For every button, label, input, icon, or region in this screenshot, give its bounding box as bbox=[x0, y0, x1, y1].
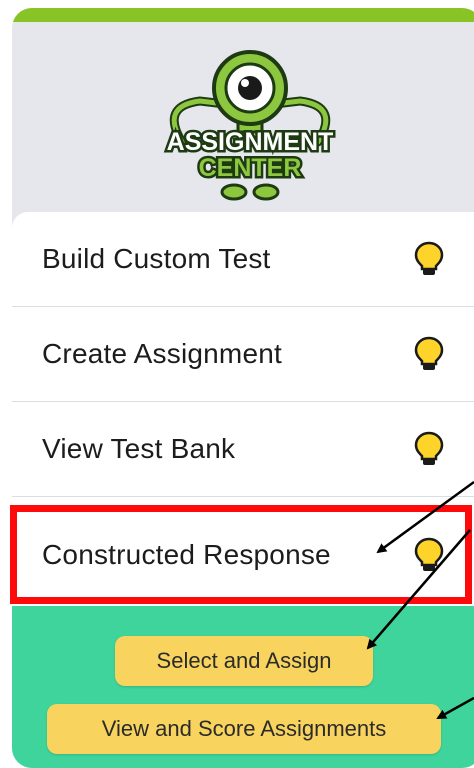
assignment-center-panel: ASSIGNMENT CENTER Build Custom Test Crea… bbox=[12, 8, 474, 768]
lightbulb-icon[interactable] bbox=[414, 431, 444, 467]
menu-item-label: Build Custom Test bbox=[42, 243, 271, 274]
logo-text-line1: ASSIGNMENT bbox=[167, 128, 334, 156]
menu-item-build-custom-test[interactable]: Build Custom Test bbox=[12, 212, 474, 307]
logo-text-line2: CENTER bbox=[199, 154, 302, 182]
constructed-response-submenu: Select and Assign View and Score Assignm… bbox=[12, 606, 474, 768]
menu-item-create-assignment[interactable]: Create Assignment bbox=[12, 307, 474, 402]
lightbulb-icon[interactable] bbox=[414, 336, 444, 372]
highlight-box bbox=[10, 505, 472, 604]
top-accent-bar bbox=[12, 8, 474, 22]
menu-item-label: Create Assignment bbox=[42, 338, 282, 369]
menu-item-label: View Test Bank bbox=[42, 433, 236, 464]
lightbulb-icon[interactable] bbox=[414, 241, 444, 277]
menu-item-view-test-bank[interactable]: View Test Bank bbox=[12, 402, 474, 497]
view-and-score-assignments-button[interactable]: View and Score Assignments bbox=[47, 704, 441, 754]
select-and-assign-button[interactable]: Select and Assign bbox=[115, 636, 373, 686]
assignment-center-logo: ASSIGNMENT CENTER bbox=[130, 46, 370, 206]
monster-logo-icon: ASSIGNMENT CENTER bbox=[164, 50, 336, 201]
